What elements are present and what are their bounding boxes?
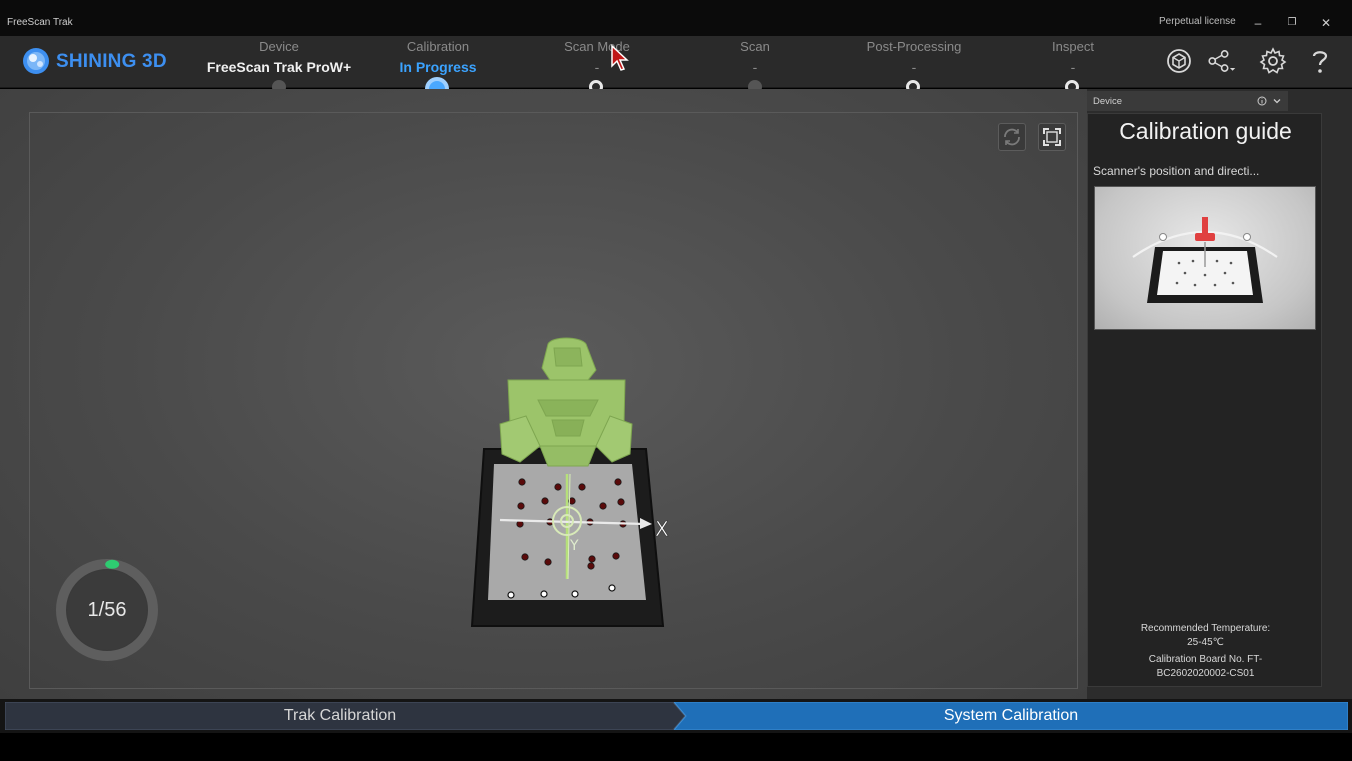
app-title: FreeScan Trak (7, 17, 73, 28)
step-device[interactable]: Device FreeScan Trak ProW+ (199, 39, 359, 75)
step-value: - (752, 59, 758, 75)
step-scan[interactable]: Scan - (675, 39, 835, 75)
temperature-label: Recommended Temperature: (1140, 623, 1271, 634)
minimize-button[interactable]: – (1250, 15, 1266, 31)
scanner-model (499, 337, 633, 467)
axis-y-label: Y (569, 538, 579, 554)
calibration-scene: Y X (470, 337, 669, 627)
progress-count: 1/56 (87, 599, 127, 621)
step-value: In Progress (399, 59, 477, 75)
step-value: - (594, 59, 600, 75)
window-bottom-edge (0, 733, 1352, 761)
brand-name: SHINING 3D (56, 51, 167, 72)
step-label: Scan Mode (564, 39, 630, 54)
guide-subtitle: Scanner's position and directi... (1093, 164, 1260, 178)
close-button[interactable]: ✕ (1318, 15, 1334, 31)
info-icon[interactable] (1257, 96, 1267, 106)
calibration-guide-panel: Device Calibration guide Scanner's posit… (1087, 89, 1352, 699)
step-scan-mode[interactable]: Scan Mode - (517, 39, 677, 75)
refresh-icon (1004, 128, 1020, 146)
temperature-value: 25-45℃ (1187, 637, 1224, 648)
step-label: Calibration (406, 39, 470, 54)
step-value: - (1070, 59, 1076, 75)
fit-view-button[interactable] (1038, 123, 1066, 151)
model-icon[interactable] (1164, 46, 1194, 76)
axis-x-label: X (655, 517, 669, 541)
step-label: Device (259, 39, 299, 54)
tab-label: Trak Calibration (283, 707, 397, 724)
settings-gear-icon[interactable] (1258, 46, 1288, 76)
step-label: Scan (740, 39, 770, 54)
tab-label: System Calibration (943, 707, 1079, 724)
board-number-label: Calibration Board No. FT- (1148, 654, 1263, 665)
reset-view-button[interactable] (998, 123, 1026, 151)
step-label: Inspect (1052, 39, 1094, 54)
step-value: - (911, 59, 917, 75)
license-label: Perpetual license (1159, 16, 1236, 27)
panel-header: Device (1087, 91, 1288, 111)
chevron-down-icon[interactable] (1273, 97, 1281, 105)
guide-title: Calibration guide (1119, 118, 1292, 144)
fullscreen-icon (1043, 128, 1061, 146)
guide-image (1094, 186, 1316, 330)
share-icon[interactable] (1207, 46, 1237, 76)
shining3d-logo-icon (23, 48, 49, 74)
workflow-bar: SHINING 3D Device FreeScan Trak ProW+ Ca… (0, 36, 1352, 88)
3d-viewport[interactable]: Y X 1/56 (0, 89, 1087, 699)
window-titlebar: FreeScan Trak Perpetual license – ❐ ✕ (0, 0, 1352, 36)
step-calibration[interactable]: Calibration In Progress (358, 39, 518, 75)
tab-trak-calibration[interactable]: Trak Calibration (5, 702, 685, 730)
step-label: Post-Processing (866, 39, 962, 54)
help-icon[interactable] (1305, 46, 1335, 76)
brand-logo: SHINING 3D (22, 47, 172, 77)
guide-box: Calibration guide Scanner's position and… (1087, 113, 1322, 687)
panel-header-title: Device (1093, 96, 1123, 107)
calibration-tabs-bar: Trak Calibration System Calibration (0, 699, 1352, 733)
mouse-cursor-icon (611, 44, 629, 71)
board-number-value: BC2602020002-CS01 (1156, 668, 1255, 679)
restore-button[interactable]: ❐ (1284, 15, 1300, 31)
step-value: FreeScan Trak ProW+ (206, 59, 352, 75)
step-inspect[interactable]: Inspect - (993, 39, 1153, 75)
tab-system-calibration[interactable]: System Calibration (674, 702, 1348, 730)
step-post-processing[interactable]: Post-Processing - (834, 39, 994, 75)
scanner-position-illustration (1132, 217, 1278, 303)
